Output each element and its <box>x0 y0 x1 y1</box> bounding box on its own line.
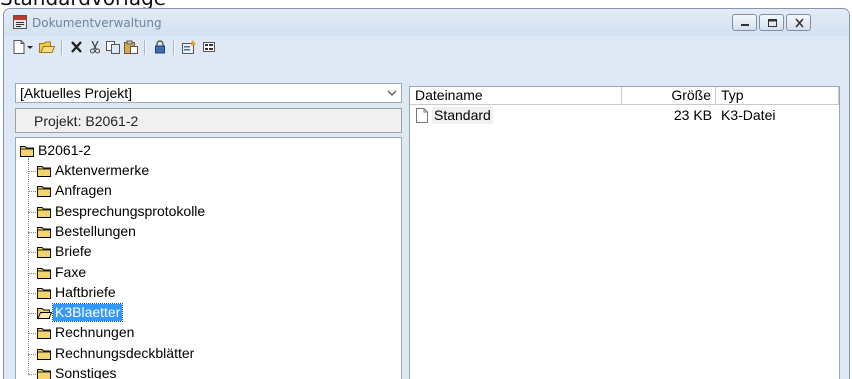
title-bar[interactable]: Dokumentverwaltung <box>4 9 849 36</box>
folder-icon <box>37 247 51 259</box>
maximize-button[interactable] <box>759 14 784 31</box>
minimize-icon <box>741 24 749 26</box>
folder-label: Rechnungen <box>55 324 135 341</box>
project-label: Projekt: B2061-2 <box>15 108 402 133</box>
copy-icon <box>106 41 120 54</box>
tree-connector <box>28 333 36 335</box>
folder-label: Haftbriefe <box>55 283 116 300</box>
dropdown-arrow-icon <box>27 46 33 49</box>
copy-button[interactable] <box>104 39 122 55</box>
lock-button[interactable] <box>151 39 169 55</box>
folder-icon <box>37 186 51 198</box>
maximize-icon <box>768 19 777 27</box>
file-icon <box>416 108 428 123</box>
folder-icon <box>37 348 51 360</box>
tree-connector <box>28 272 36 274</box>
page-caption: Standardvorlage <box>0 0 852 8</box>
minimize-button[interactable] <box>732 14 757 31</box>
folder-icon <box>37 328 51 340</box>
lock-icon <box>155 40 165 54</box>
file-type: K3-Datei <box>721 107 776 123</box>
folder-label: B2061-2 <box>38 142 91 158</box>
toolbar <box>4 36 849 58</box>
column-header-size[interactable]: Größe <box>622 87 716 105</box>
folder-pane: [Aktuelles Projekt] Projekt: B2061-2 B20… <box>15 61 403 379</box>
folder-label: Faxe <box>55 263 87 280</box>
folder-label: Rechnungsdeckblätter <box>55 344 195 361</box>
delete-button[interactable] <box>68 39 86 55</box>
chevron-down-icon <box>387 90 397 96</box>
tree-connector <box>28 374 36 375</box>
project-selector[interactable]: [Aktuelles Projekt] <box>15 83 402 103</box>
toolbar-separator <box>144 40 146 55</box>
folder-label: Anfragen <box>55 182 112 199</box>
view-icon <box>203 42 215 52</box>
properties-icon <box>182 40 196 54</box>
folder-icon <box>37 226 51 238</box>
paste-button[interactable] <box>122 39 140 55</box>
toolbar-separator <box>173 40 175 55</box>
project-selector-value: [Aktuelles Projekt] <box>20 85 133 101</box>
new-dropdown-button[interactable] <box>25 39 35 55</box>
paste-icon <box>124 40 138 54</box>
folder-icon <box>37 287 51 299</box>
view-button[interactable] <box>200 39 218 55</box>
open-folder-icon <box>39 41 56 53</box>
toolbar-separator <box>61 40 63 55</box>
window-title: Dokumentverwaltung <box>32 16 162 30</box>
file-name: Standard <box>432 107 493 124</box>
tree-connector <box>28 353 36 355</box>
tree-connector <box>28 171 36 172</box>
file-list[interactable]: Dateiname Größe Typ Standard 23 KB K3-Da… <box>409 86 840 379</box>
folder-tree[interactable]: B2061-2 Aktenvermerke Anfragen Besprechungs… <box>15 137 402 379</box>
column-header-filename[interactable]: Dateiname <box>410 87 622 105</box>
cut-button[interactable] <box>86 39 104 55</box>
column-header-type[interactable]: Typ <box>716 87 839 105</box>
tree-connector <box>28 191 36 193</box>
folder-icon <box>37 369 51 379</box>
tree-connector <box>28 158 29 374</box>
tree-connector <box>28 252 36 254</box>
folder-label: Besprechungsprotokolle <box>55 202 206 219</box>
app-window-icon <box>13 15 27 29</box>
project-label-text: Projekt: B2061-2 <box>34 113 139 129</box>
page-caption-text: Standardvorlage <box>0 0 166 8</box>
folder-label: Sonstiges <box>55 365 117 379</box>
cut-icon <box>90 40 100 54</box>
folder-label: K3Blaetter <box>51 303 124 323</box>
properties-button[interactable] <box>180 39 198 55</box>
folder-icon <box>20 146 34 157</box>
tree-connector <box>28 292 36 294</box>
folder-icon <box>37 166 51 177</box>
folder-label: Aktenvermerke <box>55 162 150 178</box>
folder-icon <box>37 206 51 218</box>
file-size: 23 KB <box>673 107 712 123</box>
document-manager-window: Dokumentverwaltung [Aktuelles Projekt] P… <box>3 8 850 379</box>
folder-label: Briefe <box>55 243 92 260</box>
delete-icon <box>71 41 82 53</box>
folder-label: Bestellungen <box>55 222 136 239</box>
tree-connector <box>28 211 36 213</box>
tree-connector <box>28 231 36 233</box>
close-button[interactable] <box>786 14 811 31</box>
close-icon <box>795 18 804 28</box>
tree-connector <box>28 313 36 315</box>
folder-icon <box>37 267 51 279</box>
open-folder-icon <box>37 308 52 320</box>
open-button[interactable] <box>38 39 56 55</box>
